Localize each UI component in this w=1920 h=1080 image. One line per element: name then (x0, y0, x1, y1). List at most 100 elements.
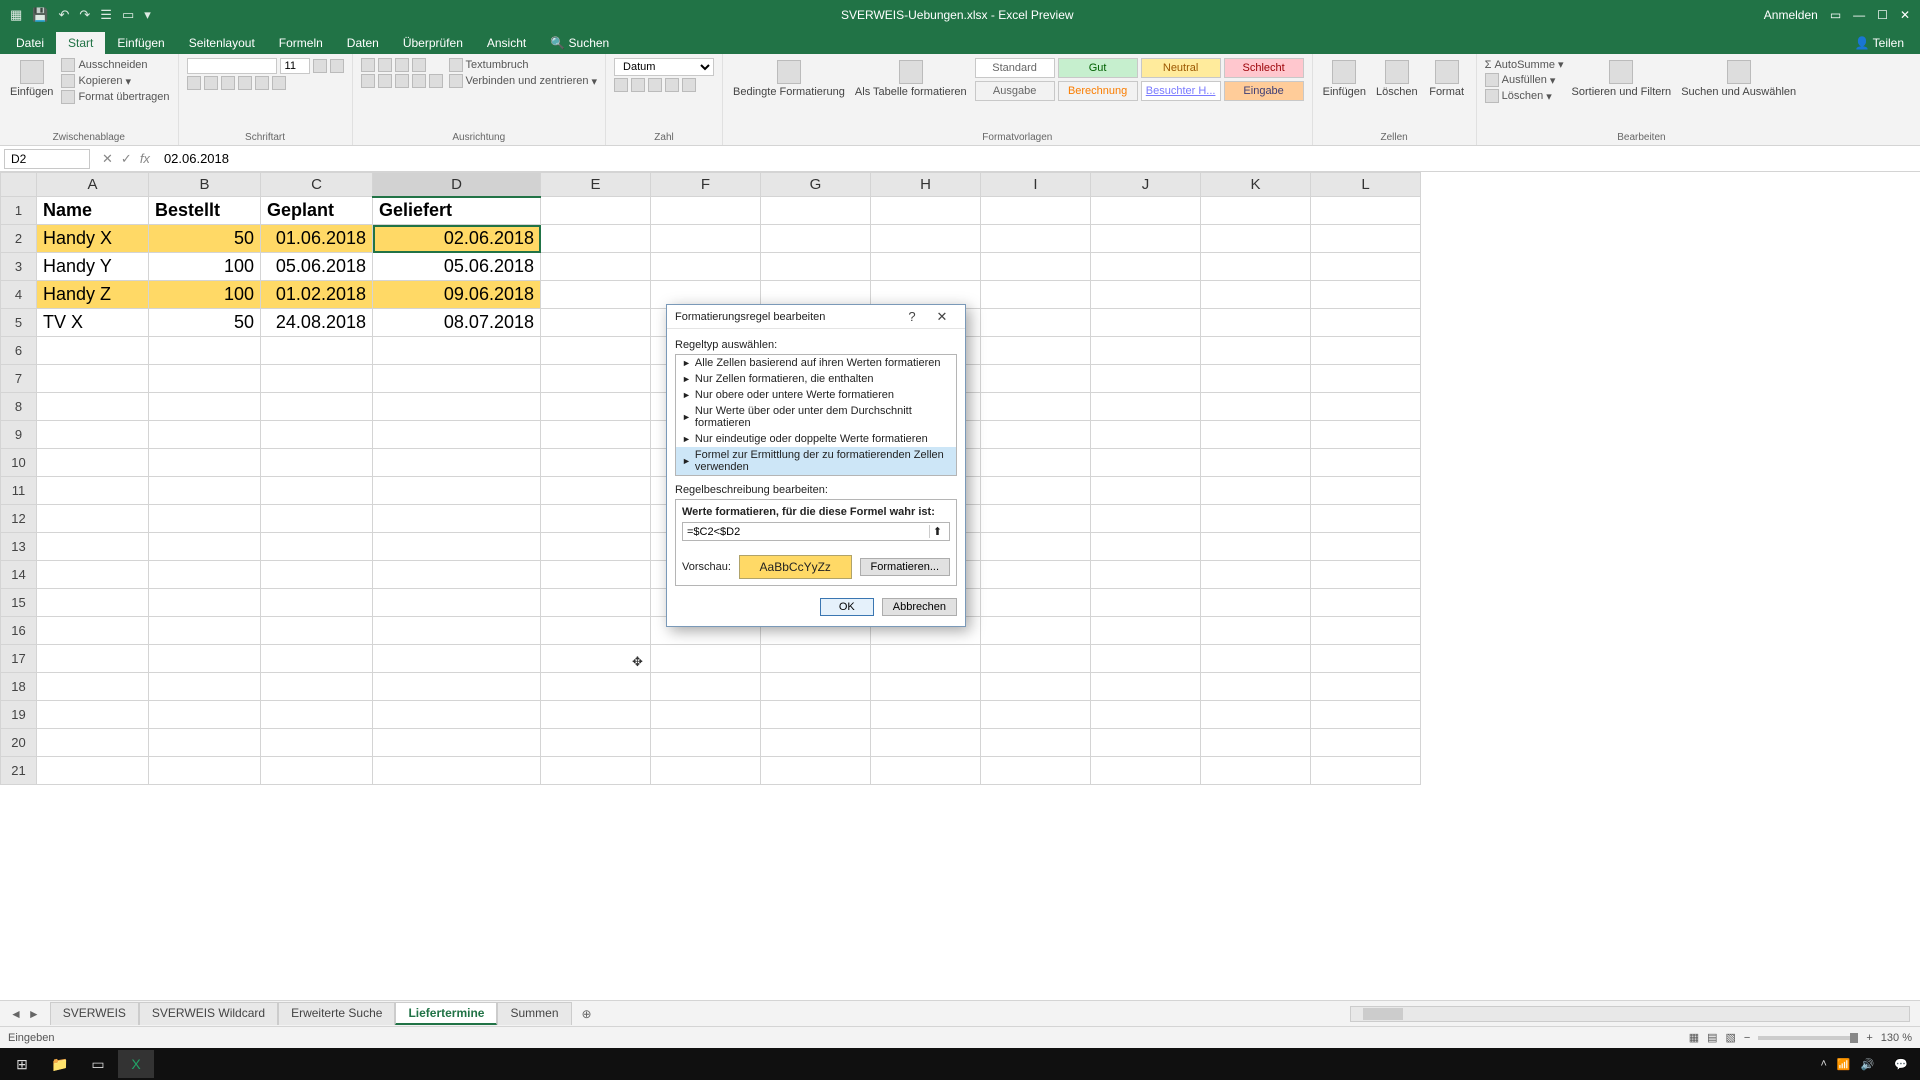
cell-A1[interactable]: Name (37, 197, 149, 225)
increase-font-icon[interactable] (313, 59, 327, 73)
col-header-D[interactable]: D (373, 173, 541, 197)
cell-C19[interactable] (261, 701, 373, 729)
cell-K11[interactable] (1201, 477, 1311, 505)
cell-J13[interactable] (1091, 533, 1201, 561)
cell-D14[interactable] (373, 561, 541, 589)
cell-C21[interactable] (261, 757, 373, 785)
cell-A14[interactable] (37, 561, 149, 589)
cell-G3[interactable] (761, 253, 871, 281)
cell-K20[interactable] (1201, 729, 1311, 757)
cell-B20[interactable] (149, 729, 261, 757)
col-header-A[interactable]: A (37, 173, 149, 197)
cell-J18[interactable] (1091, 673, 1201, 701)
cell-L12[interactable] (1311, 505, 1421, 533)
cell-D15[interactable] (373, 589, 541, 617)
col-header-F[interactable]: F (651, 173, 761, 197)
select-all-corner[interactable] (1, 173, 37, 197)
col-header-G[interactable]: G (761, 173, 871, 197)
cell-K3[interactable] (1201, 253, 1311, 281)
cell-E18[interactable] (541, 673, 651, 701)
cell-I11[interactable] (981, 477, 1091, 505)
cell-E8[interactable] (541, 393, 651, 421)
cell-J14[interactable] (1091, 561, 1201, 589)
row-header-18[interactable]: 18 (1, 673, 37, 701)
fill-button[interactable]: Ausfüllen ▾ (1485, 73, 1564, 87)
cell-B15[interactable] (149, 589, 261, 617)
cell-G20[interactable] (761, 729, 871, 757)
cell-I12[interactable] (981, 505, 1091, 533)
col-header-E[interactable]: E (541, 173, 651, 197)
style-neutral[interactable]: Neutral (1141, 58, 1221, 78)
sort-filter-button[interactable]: Sortieren und Filtern (1570, 58, 1674, 100)
cell-G1[interactable] (761, 197, 871, 225)
orientation-icon[interactable] (412, 58, 426, 72)
cell-A13[interactable] (37, 533, 149, 561)
cell-D9[interactable] (373, 421, 541, 449)
cell-L11[interactable] (1311, 477, 1421, 505)
cell-A2[interactable]: Handy X (37, 225, 149, 253)
cell-K6[interactable] (1201, 337, 1311, 365)
cell-C3[interactable]: 05.06.2018 (261, 253, 373, 281)
cell-C6[interactable] (261, 337, 373, 365)
col-header-H[interactable]: H (871, 173, 981, 197)
cell-E19[interactable] (541, 701, 651, 729)
fill-color-icon[interactable] (255, 76, 269, 90)
cell-K4[interactable] (1201, 281, 1311, 309)
cell-C12[interactable] (261, 505, 373, 533)
cell-L3[interactable] (1311, 253, 1421, 281)
align-right-icon[interactable] (395, 74, 409, 88)
cell-B16[interactable] (149, 617, 261, 645)
rule-type-option-1[interactable]: ►Nur Zellen formatieren, die enthalten (676, 371, 956, 387)
cell-I21[interactable] (981, 757, 1091, 785)
cell-L15[interactable] (1311, 589, 1421, 617)
cell-E10[interactable] (541, 449, 651, 477)
cell-B8[interactable] (149, 393, 261, 421)
cell-E15[interactable] (541, 589, 651, 617)
taskview-icon[interactable]: ▭ (80, 1050, 116, 1078)
format-painter-button[interactable]: Format übertragen (61, 90, 169, 104)
cell-L8[interactable] (1311, 393, 1421, 421)
cell-D16[interactable] (373, 617, 541, 645)
rule-type-option-0[interactable]: ►Alle Zellen basierend auf ihren Werten … (676, 355, 956, 371)
cell-F18[interactable] (651, 673, 761, 701)
copy-button[interactable]: Kopieren ▾ (61, 74, 169, 88)
cell-I16[interactable] (981, 617, 1091, 645)
start-button[interactable]: ⊞ (4, 1050, 40, 1078)
cell-L19[interactable] (1311, 701, 1421, 729)
cell-J4[interactable] (1091, 281, 1201, 309)
cell-B4[interactable]: 100 (149, 281, 261, 309)
cell-E1[interactable] (541, 197, 651, 225)
cell-B12[interactable] (149, 505, 261, 533)
cell-E9[interactable] (541, 421, 651, 449)
cell-K15[interactable] (1201, 589, 1311, 617)
cell-I19[interactable] (981, 701, 1091, 729)
percent-icon[interactable] (631, 78, 645, 92)
cell-E16[interactable] (541, 617, 651, 645)
cell-K18[interactable] (1201, 673, 1311, 701)
cell-J3[interactable] (1091, 253, 1201, 281)
border-icon[interactable] (238, 76, 252, 90)
cell-A8[interactable] (37, 393, 149, 421)
cancel-button[interactable]: Abbrechen (882, 598, 957, 616)
cell-I18[interactable] (981, 673, 1091, 701)
cell-E5[interactable] (541, 309, 651, 337)
excel-taskbar-icon[interactable]: X (118, 1050, 154, 1078)
cell-J5[interactable] (1091, 309, 1201, 337)
tab-suchen[interactable]: 🔍 Suchen (538, 32, 621, 54)
cell-H2[interactable] (871, 225, 981, 253)
cell-B14[interactable] (149, 561, 261, 589)
cell-C20[interactable] (261, 729, 373, 757)
row-header-17[interactable]: 17 (1, 645, 37, 673)
cell-E3[interactable] (541, 253, 651, 281)
tray-volume-icon[interactable]: 🔊 (1861, 1058, 1875, 1071)
expand-formula-icon[interactable]: ⬆ (929, 525, 945, 538)
cell-A7[interactable] (37, 365, 149, 393)
touch-icon[interactable]: ☰ (100, 7, 112, 23)
cell-D10[interactable] (373, 449, 541, 477)
cell-H17[interactable] (871, 645, 981, 673)
cell-H20[interactable] (871, 729, 981, 757)
cell-F2[interactable] (651, 225, 761, 253)
font-name-input[interactable] (187, 58, 277, 74)
cell-I20[interactable] (981, 729, 1091, 757)
style-standard[interactable]: Standard (975, 58, 1055, 78)
